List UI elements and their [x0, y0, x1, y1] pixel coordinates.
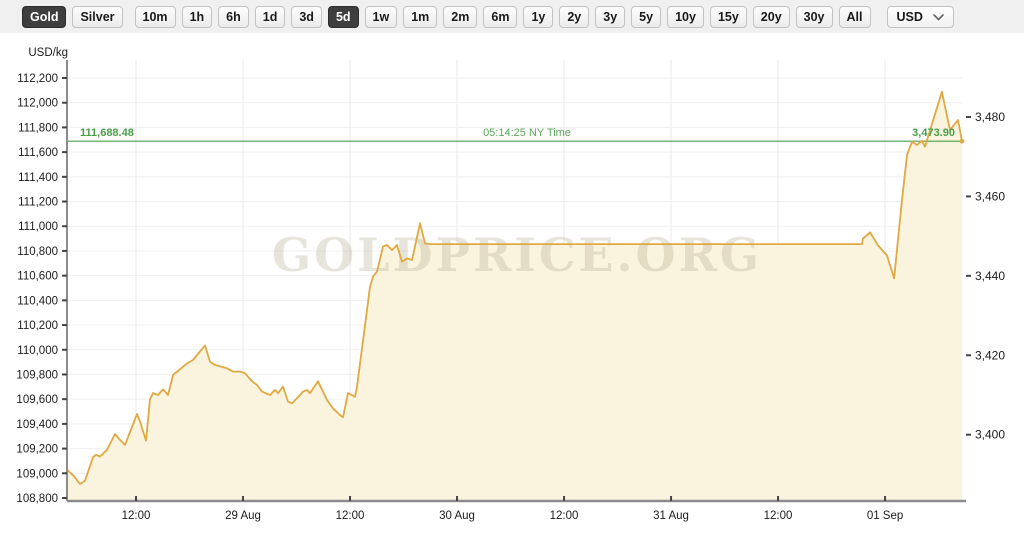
range-button-1w[interactable]: 1w	[365, 6, 398, 28]
x-axis-label: 29 Aug	[225, 510, 261, 522]
metal-button-group: Gold Silver	[22, 6, 129, 28]
y-axis-label: 3,400	[975, 428, 1005, 442]
price-area-fill	[67, 92, 962, 501]
x-axis-label: 12:00	[550, 510, 579, 522]
y-axis-label: 3,480	[975, 110, 1005, 124]
range-button-20y[interactable]: 20y	[753, 6, 790, 28]
x-axis-label: 12:00	[336, 510, 365, 522]
gold-price-chart: GOLDPRICE.ORG 112,200 112,000 111,800 111,60…	[0, 0, 1024, 551]
y-axis-label: 110,400	[17, 295, 58, 307]
range-button-5y[interactable]: 5y	[631, 6, 661, 28]
range-button-3d[interactable]: 3d	[291, 6, 322, 28]
y-axis-right: 3,480 3,460 3,440 3,420 3,400	[966, 110, 1005, 442]
range-button-1h[interactable]: 1h	[182, 6, 213, 28]
y-axis-label: 111,400	[18, 172, 58, 184]
range-button-1d[interactable]: 1d	[255, 6, 286, 28]
y-axis-label: 108,800	[16, 493, 58, 505]
y-axis-label: 3,440	[975, 269, 1005, 283]
watermark: GOLDPRICE.ORG	[272, 228, 762, 282]
range-button-all[interactable]: All	[839, 6, 871, 28]
range-button-10m[interactable]: 10m	[135, 6, 176, 28]
x-axis-label: 12:00	[764, 510, 793, 522]
metal-button-gold[interactable]: Gold	[22, 6, 66, 28]
range-button-group: 10m 1h6h 1d3d 5d 1w1m 2m 6m 1y 2y 3y 5y 10y 15y 20y 30…	[135, 6, 877, 28]
range-button-2y[interactable]: 2y	[559, 6, 589, 28]
range-button-1y[interactable]: 1y	[523, 6, 553, 28]
range-button-10y[interactable]: 10y	[667, 6, 704, 28]
y-axis-label: 112,200	[17, 73, 58, 85]
y-axis-label: 111,000	[18, 221, 58, 233]
y-axis-label: 3,460	[975, 189, 1005, 203]
range-button-2m[interactable]: 2m	[443, 6, 477, 28]
y-axis-label: 110,800	[17, 246, 58, 258]
currency-select[interactable]: USD	[887, 6, 954, 28]
currency-select-value: USD	[897, 10, 923, 24]
y-axis-label: 112,000	[17, 98, 58, 110]
x-axis-label: 30 Aug	[439, 510, 475, 522]
x-axis-label: 31 Aug	[653, 510, 689, 522]
last-price-dot	[960, 139, 965, 144]
range-button-30y[interactable]: 30y	[796, 6, 833, 28]
x-axis-label: 12:00	[122, 510, 151, 522]
y-axis-left: 112,200 112,000 111,800 111,600 111,400 111,2…	[16, 47, 68, 505]
y-axis-label: 109,400	[16, 419, 58, 431]
y-axis-label: 109,600	[16, 394, 58, 406]
range-button-15y[interactable]: 15y	[710, 6, 747, 28]
range-button-6h[interactable]: 6h	[218, 6, 249, 28]
y-axis-label: 109,000	[16, 468, 58, 480]
current-time-label: 05:14:25 NY Time	[483, 127, 571, 139]
y-axis-label: 111,600	[18, 147, 58, 159]
y-axis-label: 111,200	[18, 197, 58, 209]
y-axis-label: 109,800	[16, 369, 58, 381]
current-price-label-kg: 111,688.48	[80, 127, 134, 139]
y-axis-unit-label: USD/kg	[28, 47, 68, 59]
range-button-3y[interactable]: 3y	[595, 6, 625, 28]
y-axis-label: 109,200	[16, 444, 58, 456]
x-axis-label: 01 Sep	[867, 510, 903, 522]
metal-button-silver[interactable]: Silver	[72, 6, 122, 28]
range-button-6m[interactable]: 6m	[483, 6, 517, 28]
range-button-5d[interactable]: 5d	[328, 6, 359, 28]
y-axis-label: 111,800	[18, 122, 58, 134]
y-axis-label: 110,200	[17, 320, 58, 332]
y-axis-label: 110,600	[17, 271, 58, 283]
y-axis-label: 110,000	[17, 345, 58, 357]
chevron-down-icon	[933, 10, 944, 24]
y-axis-label: 3,420	[975, 348, 1005, 362]
current-price-label-oz: 3,473.90	[912, 127, 955, 139]
range-button-1m[interactable]: 1m	[403, 6, 437, 28]
toolbar: Gold Silver 10m 1h6h 1d3d 5d 1w1m 2m 6m 1y 2y 3y 5y…	[0, 0, 1024, 33]
